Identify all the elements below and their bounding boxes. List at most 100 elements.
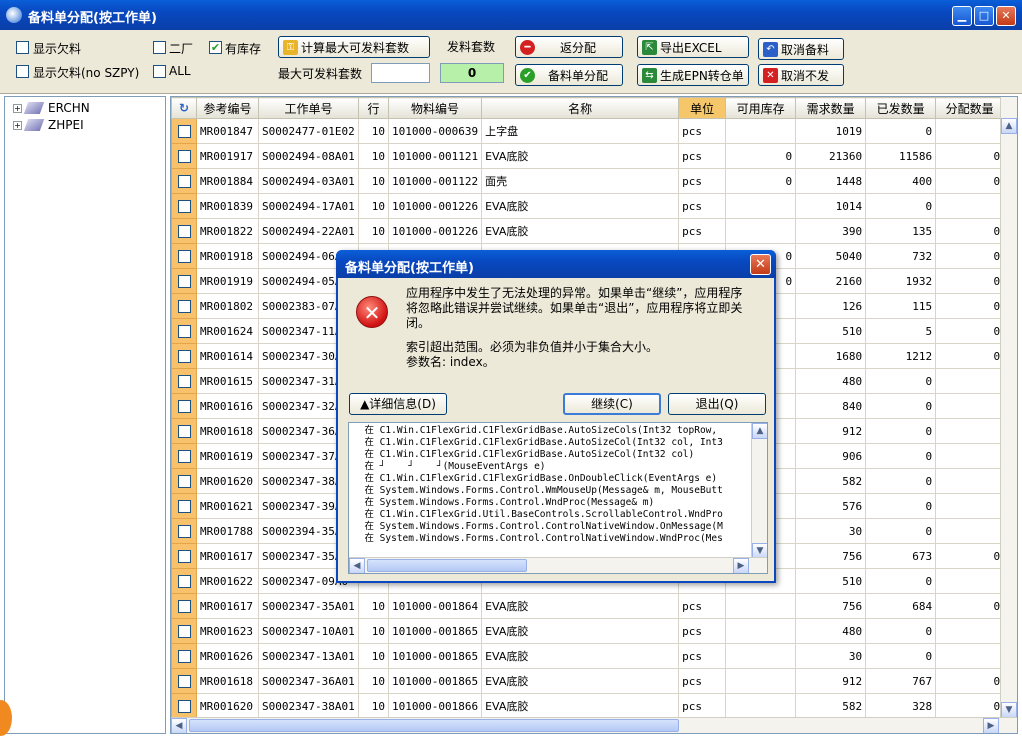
cell-ref-no[interactable]: MR001839 (196, 193, 259, 219)
cell-issued-qty[interactable]: 11586 (865, 143, 937, 169)
all-checkbox[interactable] (153, 65, 166, 78)
cell-material-no[interactable]: 101000-001865 (387, 643, 483, 669)
cell-unit[interactable]: pcs (678, 218, 727, 244)
issue-sets-input[interactable]: 0 (440, 63, 504, 83)
cell-ref-no[interactable]: MR001624 (196, 318, 259, 344)
cell-issued-qty[interactable]: 115 (865, 293, 937, 319)
gen-epn-button[interactable]: ⇆ 生成EPN转仓单 (637, 64, 749, 86)
cell-allocated-qty[interactable] (935, 468, 1005, 494)
cell-work-order[interactable]: S0002347-10A01 (258, 618, 359, 644)
cell-allocated-qty[interactable] (935, 393, 1005, 419)
quit-button[interactable]: 退出(Q) (668, 393, 766, 415)
scroll-right-button[interactable]: ▶ (983, 718, 999, 733)
row-checkbox[interactable] (177, 274, 191, 288)
cell-allocated-qty[interactable]: 0 (935, 318, 1005, 344)
cell-line[interactable]: 10 (358, 593, 389, 619)
row-checkbox[interactable] (177, 249, 191, 263)
column-header-issued-qty[interactable]: 已发数量 (865, 97, 937, 119)
table-row[interactable]: MR001847 S0002477-01E02 10 101000-000639 上字盘… (171, 118, 1012, 144)
cell-work-order[interactable]: S0002347-38A01 (258, 693, 359, 719)
row-selector[interactable] (171, 243, 197, 269)
cell-name[interactable]: EVA底胶 (481, 143, 680, 169)
tree-node-erchn[interactable]: + ERCHN (13, 101, 90, 115)
cell-available-stock[interactable]: 0 (725, 168, 797, 194)
cell-unit[interactable]: pcs (678, 193, 727, 219)
cell-available-stock[interactable]: 0 (725, 143, 797, 169)
row-checkbox[interactable] (177, 474, 191, 488)
cell-allocated-qty[interactable]: 0 (935, 218, 1005, 244)
table-row[interactable]: MR001822 S0002494-22A01 10 101000-001226 EVA… (171, 218, 1012, 244)
stack-scroll-left-button[interactable]: ◀ (349, 558, 365, 573)
cell-required-qty[interactable]: 582 (795, 693, 867, 719)
cell-material-no[interactable]: 101000-001865 (387, 668, 483, 694)
cell-allocated-qty[interactable]: 0 (935, 343, 1005, 369)
row-selector[interactable] (171, 293, 197, 319)
cell-unit[interactable]: pcs (678, 668, 727, 694)
show-shortage-no-szpy-checkbox[interactable] (16, 65, 29, 78)
cell-available-stock[interactable] (725, 193, 797, 219)
cell-issued-qty[interactable]: 0 (865, 618, 937, 644)
cell-work-order[interactable]: S0002347-13A01 (258, 643, 359, 669)
cancel-material-button[interactable]: ↶ 取消备料 (758, 38, 844, 60)
cell-name[interactable]: EVA底胶 (481, 693, 680, 719)
cell-ref-no[interactable]: MR001621 (196, 493, 259, 519)
max-sets-input[interactable] (371, 63, 430, 83)
row-selector[interactable] (171, 118, 197, 144)
cell-available-stock[interactable] (725, 593, 797, 619)
cell-unit[interactable]: pcs (678, 693, 727, 719)
calc-max-button[interactable]: ⚿ 计算最大可发料套数 (278, 36, 430, 58)
row-selector[interactable] (171, 143, 197, 169)
row-checkbox[interactable] (177, 324, 191, 338)
horizontal-scroll-thumb[interactable] (189, 719, 679, 732)
cell-issued-qty[interactable]: 328 (865, 693, 937, 719)
row-selector[interactable] (171, 668, 197, 694)
cell-unit[interactable]: pcs (678, 143, 727, 169)
cell-ref-no[interactable]: MR001618 (196, 418, 259, 444)
cell-work-order[interactable]: S0002477-01E02 (258, 118, 359, 144)
cell-allocated-qty[interactable] (935, 493, 1005, 519)
export-excel-button[interactable]: ⇱ 导出EXCEL (637, 36, 749, 58)
cancel-issue-button[interactable]: ✕ 取消不发 (758, 64, 844, 86)
cell-ref-no[interactable]: MR001617 (196, 593, 259, 619)
cell-required-qty[interactable]: 30 (795, 518, 867, 544)
cell-required-qty[interactable]: 1019 (795, 118, 867, 144)
details-button[interactable]: ▲详细信息(D) (349, 393, 447, 415)
cell-line[interactable]: 10 (358, 168, 389, 194)
row-checkbox[interactable] (177, 399, 191, 413)
row-checkbox[interactable] (177, 624, 191, 638)
cell-material-no[interactable]: 101000-001864 (387, 593, 483, 619)
row-selector[interactable] (171, 493, 197, 519)
stack-scroll-up-button[interactable]: ▲ (752, 423, 767, 439)
in-stock-checkbox[interactable]: ✔ (209, 41, 222, 54)
cell-ref-no[interactable]: MR001618 (196, 668, 259, 694)
cell-available-stock[interactable] (725, 643, 797, 669)
cell-allocated-qty[interactable]: 0 (935, 593, 1005, 619)
cell-required-qty[interactable]: 912 (795, 418, 867, 444)
cell-allocated-qty[interactable]: 0 (935, 143, 1005, 169)
table-row[interactable]: MR001620 S0002347-38A01 10 101000-001866 EVA… (171, 693, 1012, 719)
row-selector[interactable] (171, 343, 197, 369)
material-alloc-button[interactable]: ✔ 备料单分配 (515, 64, 623, 86)
cell-line[interactable]: 10 (358, 643, 389, 669)
cell-ref-no[interactable]: MR001615 (196, 368, 259, 394)
cell-allocated-qty[interactable] (935, 443, 1005, 469)
cell-name[interactable]: EVA底胶 (481, 668, 680, 694)
cell-material-no[interactable]: 101000-001226 (387, 218, 483, 244)
scroll-up-button[interactable]: ▲ (1001, 118, 1017, 134)
cell-work-order[interactable]: S0002494-22A01 (258, 218, 359, 244)
cell-issued-qty[interactable]: 0 (865, 368, 937, 394)
cell-unit[interactable]: pcs (678, 643, 727, 669)
dialog-close-button[interactable]: ✕ (750, 254, 771, 275)
expand-icon[interactable]: + (13, 103, 22, 113)
table-row[interactable]: MR001884 S0002494-03A01 10 101000-001122 面壳 p… (171, 168, 1012, 194)
row-selector[interactable] (171, 368, 197, 394)
row-checkbox[interactable] (177, 124, 191, 138)
cell-work-order[interactable]: S0002347-35A01 (258, 593, 359, 619)
cell-required-qty[interactable]: 510 (795, 318, 867, 344)
table-row[interactable]: MR001626 S0002347-13A01 10 101000-001865 EVA… (171, 643, 1012, 669)
cell-required-qty[interactable]: 510 (795, 568, 867, 594)
cell-required-qty[interactable]: 906 (795, 443, 867, 469)
cell-issued-qty[interactable]: 0 (865, 493, 937, 519)
cell-line[interactable]: 10 (358, 143, 389, 169)
cell-name[interactable]: EVA底胶 (481, 593, 680, 619)
